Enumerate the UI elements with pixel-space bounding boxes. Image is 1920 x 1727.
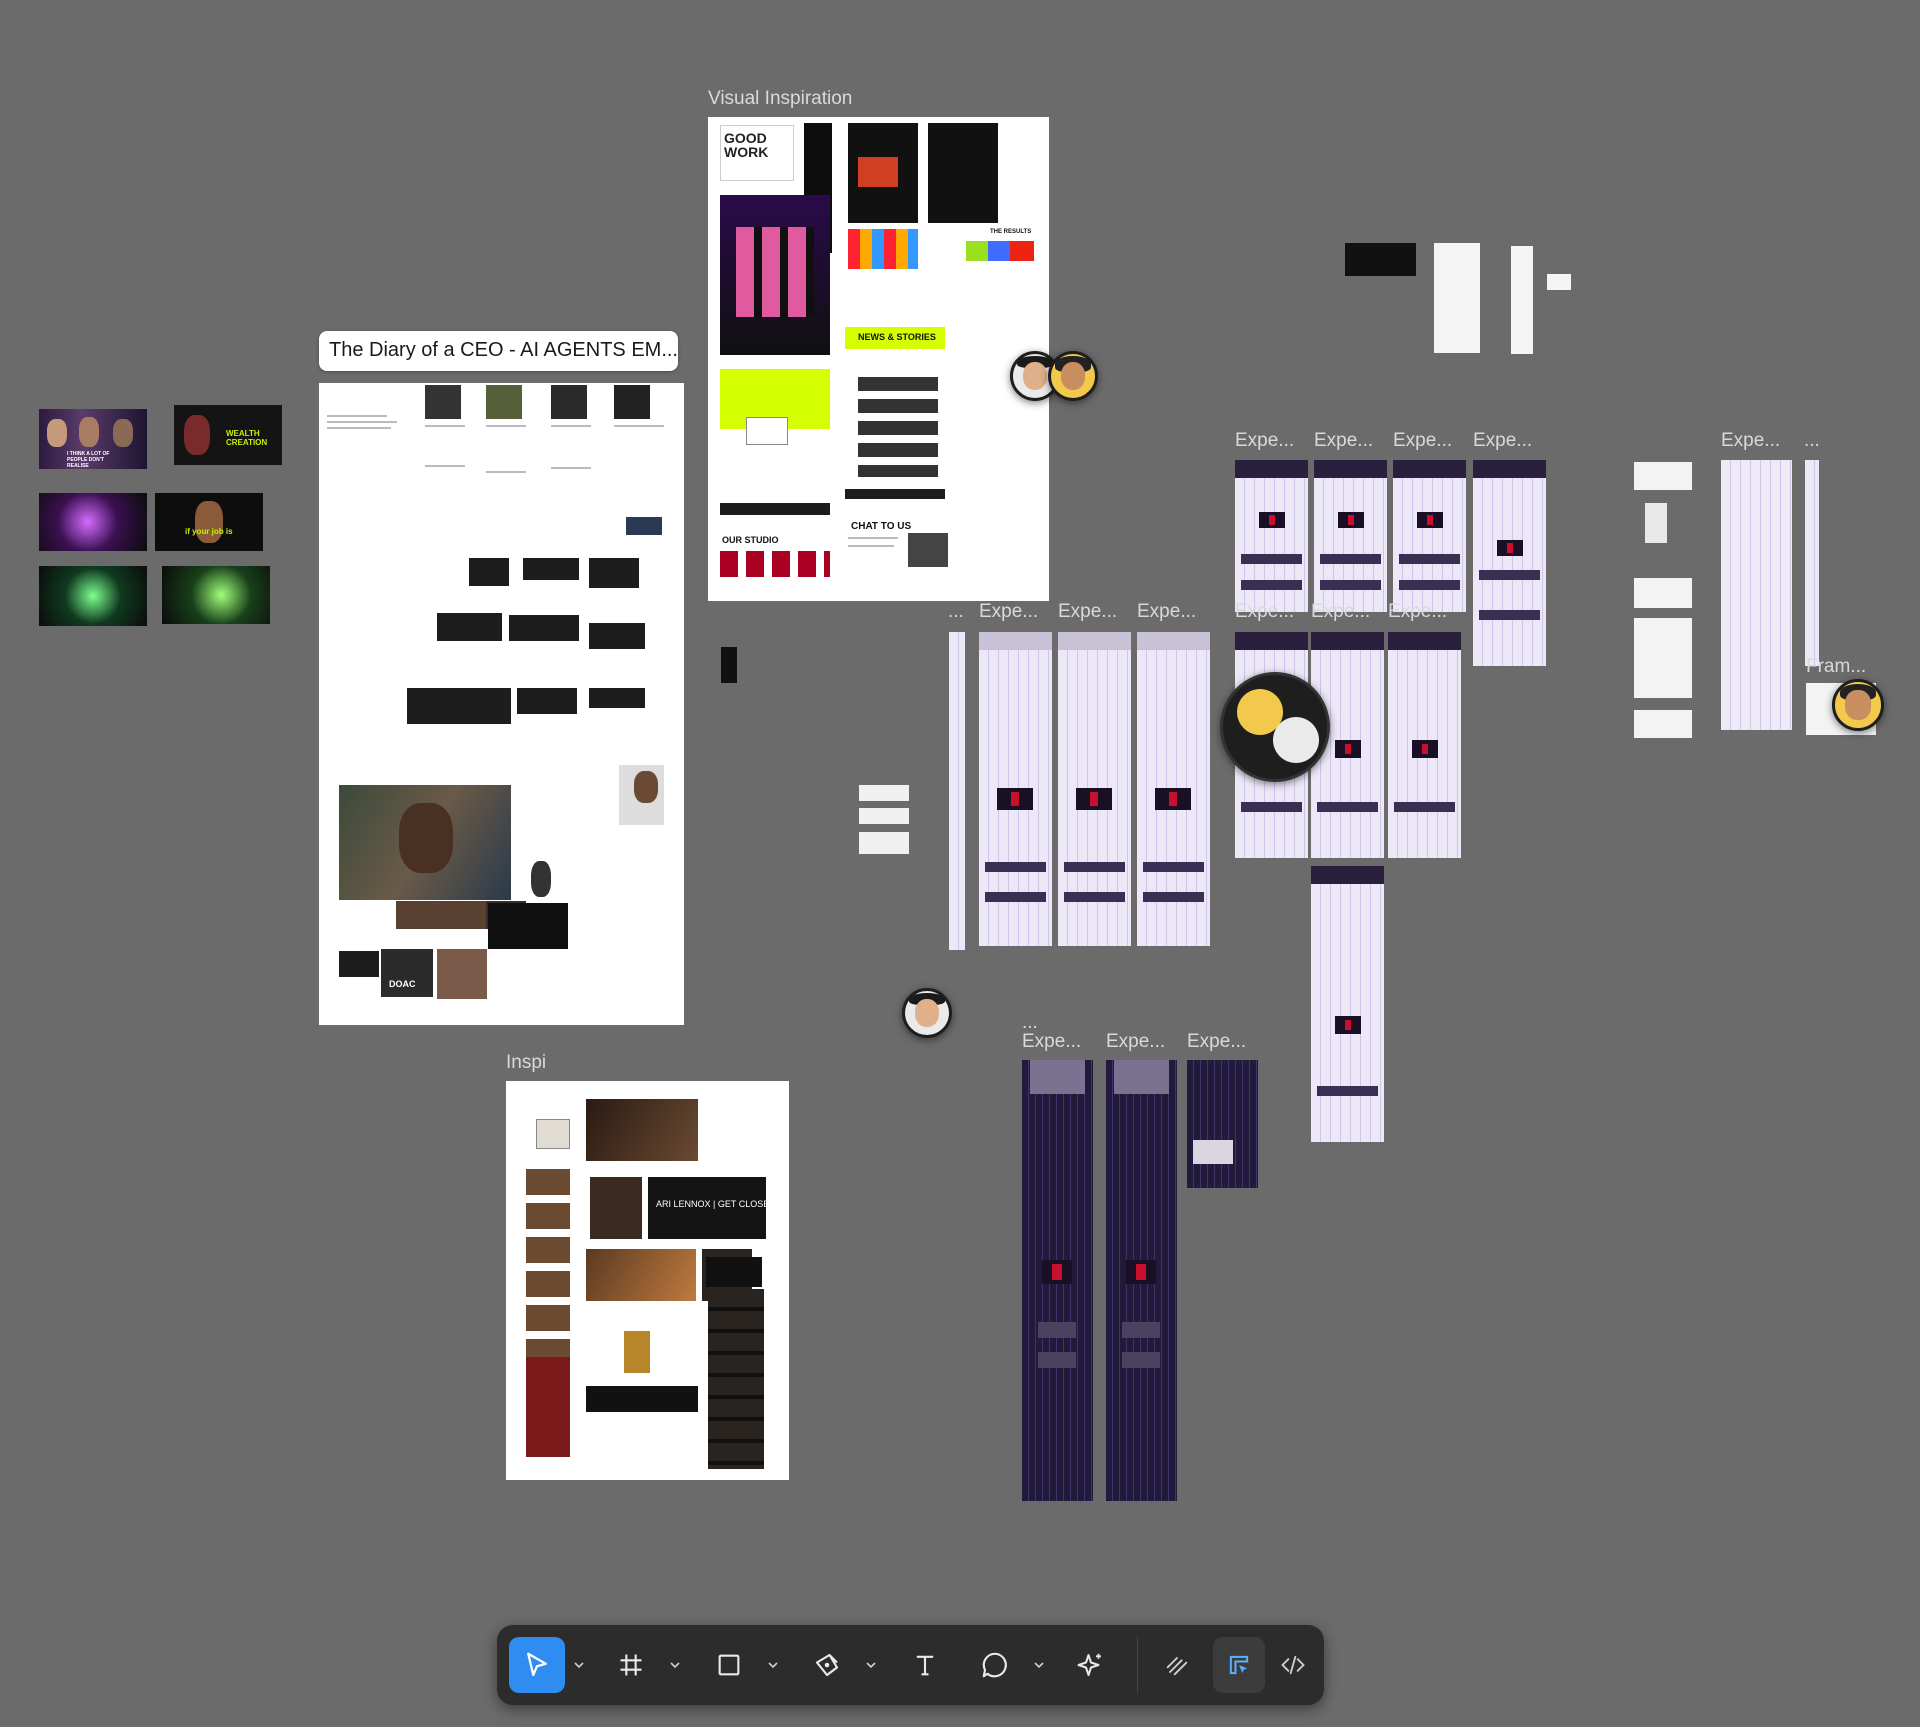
our-studio-text: OUR STUDIO — [722, 535, 779, 545]
rectangle-icon — [715, 1651, 743, 1679]
card[interactable] — [859, 808, 909, 824]
exp-frame[interactable] — [1393, 460, 1466, 612]
exp-frame-dark[interactable] — [1022, 1060, 1093, 1501]
chevron-down-icon[interactable] — [573, 1655, 587, 1675]
thumbnail-people[interactable]: I THINK A LOT OF PEOPLE DON'T REALISE — [39, 409, 147, 469]
cursor-icon — [522, 1650, 552, 1680]
move-tool-button[interactable] — [509, 1637, 565, 1693]
avatar-collaborator[interactable] — [1220, 672, 1330, 782]
exp-label[interactable]: Expe... — [1473, 430, 1532, 452]
mini-frame-small[interactable] — [1547, 274, 1571, 290]
comment-tool-button[interactable] — [967, 1637, 1023, 1693]
bottom-toolbar — [497, 1625, 1324, 1705]
the-results-text: THE RESULTS — [990, 229, 1032, 235]
thumbnail-neon-pink[interactable] — [39, 493, 147, 551]
thumbnail-caption: WEALTH CREATION — [226, 429, 268, 447]
rectangle-tool-button[interactable] — [701, 1637, 757, 1693]
exp-frame[interactable] — [1058, 632, 1131, 946]
chevron-down-icon[interactable] — [669, 1655, 683, 1675]
thumbnail-caption: if your job is — [185, 527, 233, 536]
exp-label[interactable]: Expe... — [979, 601, 1038, 623]
news-stories-text: NEWS & STORIES — [858, 332, 936, 342]
exp-label[interactable]: Expe... — [1137, 601, 1196, 623]
exp-frame-dark[interactable] — [1187, 1060, 1258, 1188]
sparkle-icon — [1076, 1650, 1106, 1680]
mini-frame-stack-2[interactable] — [1511, 246, 1533, 354]
exp-label[interactable]: Expe... — [1314, 430, 1373, 452]
exp-frame[interactable] — [1473, 460, 1546, 666]
mini-frame-vertical[interactable] — [721, 647, 737, 683]
ellipsis-label[interactable]: ... — [1804, 430, 1820, 452]
exp-label[interactable]: Expe... — [1187, 1031, 1246, 1053]
exp-frame[interactable] — [1137, 632, 1210, 946]
frame-inspi[interactable]: ARI LENNOX | GET CLOSE — [506, 1081, 789, 1480]
frame-icon — [617, 1651, 645, 1679]
exp-frame-dark[interactable] — [1106, 1060, 1177, 1501]
card[interactable] — [1634, 618, 1692, 698]
frame-label-diary[interactable]: The Diary of a CEO - AI AGENTS EM... — [319, 331, 678, 371]
exp-frame[interactable] — [979, 632, 1052, 946]
exp-frame-narrow[interactable] — [949, 632, 965, 950]
frame-diary[interactable]: DOAC — [319, 383, 684, 1025]
mini-frame-dark[interactable] — [1345, 243, 1416, 276]
doac-logo: DOAC — [389, 979, 416, 989]
dev-mode-button[interactable] — [1267, 1637, 1319, 1693]
draw-mode-button[interactable] — [1151, 1637, 1203, 1693]
comment-icon — [980, 1650, 1010, 1680]
exp-frame-long[interactable] — [1311, 866, 1384, 1142]
exp-label[interactable]: Expe... — [1235, 601, 1294, 623]
pen-tool-button[interactable] — [799, 1637, 855, 1693]
thumbnail-neon-green-2[interactable] — [162, 566, 270, 624]
exp-label[interactable]: Expe... — [1106, 1031, 1165, 1053]
actions-tool-button[interactable] — [1063, 1637, 1119, 1693]
exp-label[interactable]: Expe... — [1311, 601, 1370, 623]
card[interactable] — [1634, 710, 1692, 738]
text-tool-button[interactable] — [897, 1637, 953, 1693]
pen-icon — [812, 1650, 842, 1680]
avatar-collaborator[interactable] — [1048, 351, 1098, 401]
avatar-collaborator[interactable] — [902, 988, 952, 1038]
toolbar-divider — [1137, 1637, 1138, 1693]
mini-frame-stack[interactable] — [1434, 243, 1480, 353]
exp-label[interactable]: Expe... — [1721, 430, 1780, 452]
frame-label-fram[interactable]: Fram... — [1806, 656, 1866, 678]
design-mode-button[interactable] — [1213, 1637, 1265, 1693]
chevron-down-icon[interactable] — [767, 1655, 781, 1675]
ellipsis-label[interactable]: ... — [948, 601, 964, 623]
design-mode-icon — [1225, 1651, 1253, 1679]
exp-frame[interactable] — [1314, 460, 1387, 612]
exp-label[interactable]: Expe... — [1058, 601, 1117, 623]
thumbnail-job[interactable]: if your job is — [155, 493, 263, 551]
exp-frame-right-narrow[interactable] — [1805, 460, 1819, 666]
frame-tool-button[interactable] — [603, 1637, 659, 1693]
frame-visual-inspiration[interactable]: GOOD WORK THE RESULTS NEWS & STORIES OUR… — [708, 117, 1049, 601]
frame-label-visual[interactable]: Visual Inspiration — [708, 88, 852, 110]
card[interactable] — [1634, 578, 1692, 608]
thumbnail-caption: I THINK A LOT OF PEOPLE DON'T REALISE — [67, 451, 110, 469]
card[interactable] — [1645, 503, 1667, 543]
thumbnail-wealth[interactable]: WEALTH CREATION — [174, 405, 282, 465]
avatar-collaborator[interactable] — [1832, 679, 1884, 731]
thumbnail-neon-green[interactable] — [39, 566, 147, 626]
chat-to-us-text: CHAT TO US — [851, 521, 912, 532]
exp-label[interactable]: Expe... — [1235, 430, 1294, 452]
exp-label[interactable]: Expe... — [1393, 430, 1452, 452]
exp-label[interactable]: Expe... — [1022, 1031, 1081, 1053]
exp-label[interactable]: Expe... — [1388, 601, 1447, 623]
dev-mode-icon — [1279, 1651, 1307, 1679]
ari-lennox-text: ARI LENNOX | GET CLOSE — [656, 1199, 770, 1209]
card[interactable] — [859, 832, 909, 854]
good-work-text: GOOD WORK — [724, 130, 769, 160]
chevron-down-icon[interactable] — [865, 1655, 879, 1675]
card[interactable] — [1634, 462, 1692, 490]
exp-frame[interactable] — [1235, 460, 1308, 612]
chevron-down-icon[interactable] — [1033, 1655, 1047, 1675]
text-icon — [911, 1651, 939, 1679]
exp-frame-right[interactable] — [1721, 460, 1792, 730]
frame-label-inspi[interactable]: Inspi — [506, 1052, 546, 1074]
exp-frame[interactable] — [1388, 632, 1461, 858]
card[interactable] — [859, 785, 909, 801]
draw-mode-icon — [1163, 1651, 1191, 1679]
